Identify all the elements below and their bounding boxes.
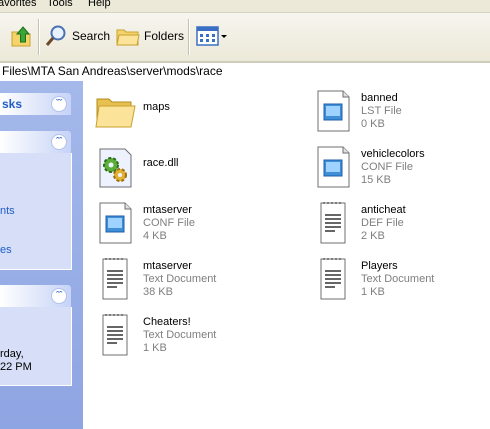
file-size: 15 KB <box>361 174 391 186</box>
file-name: mtaserver <box>143 204 192 216</box>
details-panel-header[interactable]: ˆˆ <box>0 285 71 307</box>
menu-help[interactable]: Help <box>88 0 111 9</box>
file-item-mtaserver-txt[interactable]: mtaserver Text Document 38 KB <box>85 253 275 305</box>
views-icon <box>196 26 227 46</box>
file-name: vehiclecolors <box>361 148 425 160</box>
up-folder-button[interactable] <box>10 22 34 50</box>
places-panel-body: nts es <box>0 153 72 270</box>
chevron-down-icon <box>221 35 227 38</box>
places-item-1[interactable]: nts <box>0 205 15 217</box>
file-name: anticheat <box>361 204 406 216</box>
file-item-race-dll[interactable]: race.dll <box>85 141 275 193</box>
generic-file-icon <box>317 146 350 188</box>
generic-file-icon <box>99 202 132 244</box>
folders-icon <box>116 29 140 46</box>
file-item-players[interactable]: Players Text Document 1 KB <box>303 253 490 305</box>
up-arrow-icon <box>11 26 31 47</box>
file-name: mtaserver <box>143 260 192 272</box>
file-list: maps banned LST File 0 KB race.dll vehic… <box>83 81 490 429</box>
address-bar[interactable]: Files\MTA San Andreas\server\mods\race <box>0 62 490 82</box>
address-path: Files\MTA San Andreas\server\mods\race <box>2 64 223 78</box>
task-pane: sks ˇˇ ˆˆ nts es ˆˆ rday, 22 PM <box>0 81 83 429</box>
menu-favorites[interactable]: avorites <box>0 0 37 9</box>
file-size: 1 KB <box>361 286 385 298</box>
search-icon <box>45 25 66 46</box>
details-panel-body: rday, 22 PM <box>0 307 72 386</box>
file-size: 4 KB <box>143 230 167 242</box>
folders-label: Folders <box>144 29 185 43</box>
search-label: Search <box>72 29 111 43</box>
folders-button[interactable]: Folders <box>116 22 184 50</box>
file-item-vehiclecolors[interactable]: vehiclecolors CONF File 15 KB <box>303 141 490 193</box>
file-name: Cheaters! <box>143 316 191 328</box>
file-name: race.dll <box>143 157 179 169</box>
tasks-panel-header[interactable]: sks ˇˇ <box>0 93 71 115</box>
dll-gear-icon <box>99 148 132 188</box>
text-document-icon <box>320 202 346 244</box>
collapse-chevron-icon[interactable]: ˆˆ <box>51 134 67 150</box>
file-type: CONF File <box>361 161 413 173</box>
file-size: 38 KB <box>143 286 173 298</box>
tasks-panel-title: sks <box>2 97 23 111</box>
toolbar: Search Folders <box>0 13 490 62</box>
file-name: Players <box>361 260 398 272</box>
file-size: 1 KB <box>143 342 167 354</box>
file-type: DEF File <box>361 217 404 229</box>
text-document-icon <box>320 258 346 300</box>
places-panel-header[interactable]: ˆˆ <box>0 131 71 153</box>
file-item-banned[interactable]: banned LST File 0 KB <box>303 85 490 137</box>
file-type: LST File <box>361 105 402 117</box>
file-item-maps[interactable]: maps <box>85 85 275 137</box>
file-item-mtaserver-conf[interactable]: mtaserver CONF File 4 KB <box>85 197 275 249</box>
file-type: CONF File <box>143 217 195 229</box>
search-button[interactable]: Search <box>44 22 110 50</box>
folder-icon <box>95 98 136 128</box>
file-type: Text Document <box>143 273 217 285</box>
expand-chevron-icon[interactable]: ˇˇ <box>51 96 67 112</box>
file-name: banned <box>361 92 398 104</box>
menu-tools[interactable]: Tools <box>47 0 73 9</box>
details-line-1: rday, <box>0 348 24 360</box>
places-item-2[interactable]: es <box>0 244 12 256</box>
text-document-icon <box>102 258 128 300</box>
text-document-icon <box>102 314 128 356</box>
generic-file-icon <box>317 90 350 132</box>
file-item-cheaters[interactable]: Cheaters! Text Document 1 KB <box>85 309 275 361</box>
file-type: Text Document <box>361 273 435 285</box>
details-line-2: 22 PM <box>0 361 32 373</box>
menu-bar: avorites Tools Help <box>0 0 490 13</box>
file-item-anticheat[interactable]: anticheat DEF File 2 KB <box>303 197 490 249</box>
views-button[interactable] <box>196 22 228 50</box>
file-name: maps <box>143 101 170 113</box>
file-type: Text Document <box>143 329 217 341</box>
collapse-chevron-icon[interactable]: ˆˆ <box>51 288 67 304</box>
file-size: 2 KB <box>361 230 385 242</box>
file-size: 0 KB <box>361 118 385 130</box>
